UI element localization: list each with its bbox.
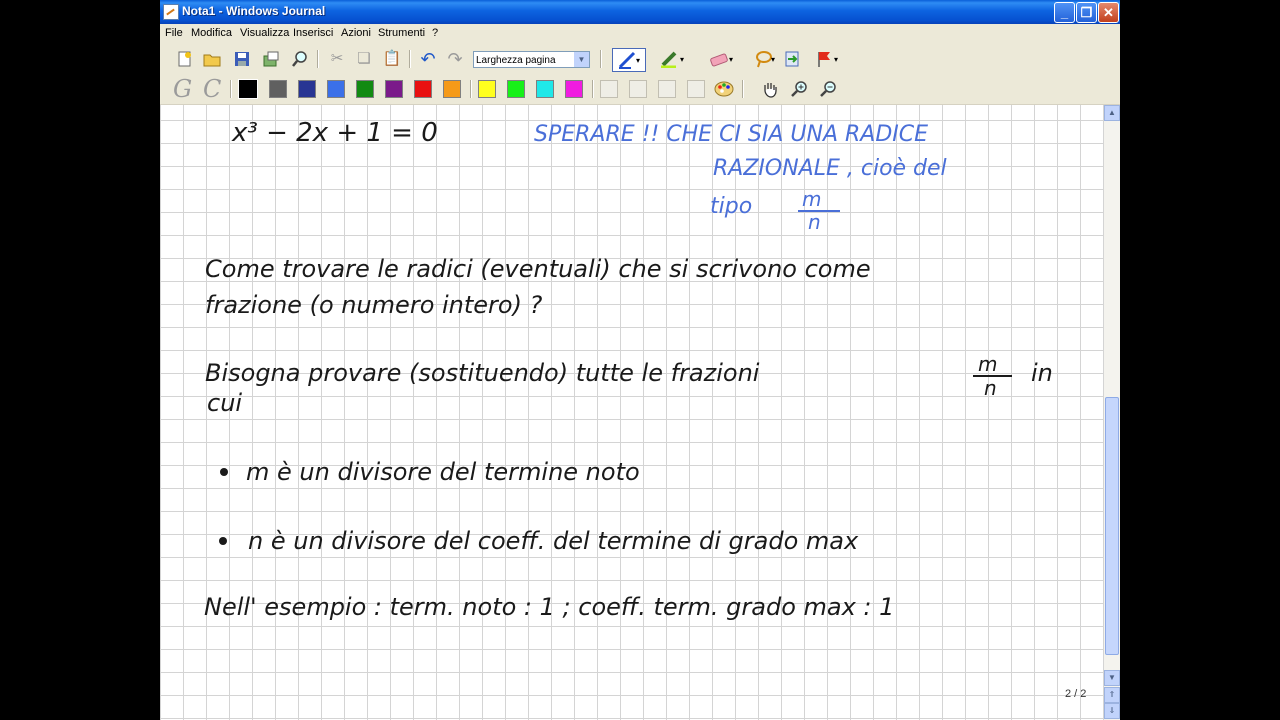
ink-layer: x³ − 2x + 1 = 0 SPERARE !! CHE CI SIA UN… xyxy=(204,118,1053,621)
bullet-dot-1 xyxy=(220,468,228,476)
journal-window: Nota1 - Windows Journal _ ❐ ✕ File Modif… xyxy=(160,0,1120,720)
find-icon[interactable] xyxy=(290,49,310,69)
menu-azioni[interactable]: Azioni xyxy=(341,27,371,39)
scroll-up-button[interactable]: ▲ xyxy=(1104,105,1120,121)
pen-icon[interactable]: ▾ xyxy=(612,48,646,72)
page-indicator: 2 / 2 xyxy=(1065,688,1087,700)
svg-text:▾: ▾ xyxy=(729,55,733,64)
pen-width-1[interactable] xyxy=(600,80,618,98)
color-purple[interactable] xyxy=(385,80,403,98)
convert-g-icon[interactable]: G xyxy=(173,75,192,103)
redo-icon[interactable]: ↷ xyxy=(445,49,465,69)
vertical-scrollbar[interactable]: ▲ ▼ ⇑ ⇓ xyxy=(1104,105,1120,720)
text-line-5: Nell' esempio : term. noto : 1 ; coeff. … xyxy=(204,593,894,621)
pen-toolbar: G C xyxy=(160,74,1120,105)
menu-visualizza[interactable]: Visualizza xyxy=(240,27,289,39)
pen-width-4[interactable] xyxy=(687,80,705,98)
menu-file[interactable]: File xyxy=(165,27,183,39)
text-line-3: Bisogna provare (sostituendo) tutte le f… xyxy=(205,359,760,387)
eraser-icon[interactable]: ▾ xyxy=(705,49,739,69)
undo-icon[interactable]: ↶ xyxy=(418,49,438,69)
maximize-button[interactable]: ❐ xyxy=(1076,2,1097,23)
color-green[interactable] xyxy=(356,80,374,98)
svg-text:▾: ▾ xyxy=(834,55,838,64)
chevron-down-icon[interactable]: ▼ xyxy=(574,52,589,67)
insert-space-icon[interactable] xyxy=(782,49,802,69)
new-page-icon[interactable] xyxy=(175,49,195,69)
window-title: Nota1 - Windows Journal xyxy=(182,4,326,18)
convert-c-icon[interactable]: C xyxy=(203,75,221,103)
open-folder-icon[interactable] xyxy=(202,49,222,69)
close-button[interactable]: ✕ xyxy=(1098,2,1119,23)
color-navy[interactable] xyxy=(298,80,316,98)
text-line-4: cui xyxy=(207,389,242,417)
scroll-thumb[interactable] xyxy=(1105,397,1119,655)
copy-icon[interactable]: ❏ xyxy=(354,49,374,69)
color-black[interactable] xyxy=(238,79,258,99)
lasso-icon[interactable]: ▾ xyxy=(752,49,780,69)
zoom-out-icon[interactable] xyxy=(818,79,838,99)
color-blue[interactable] xyxy=(327,80,345,98)
text-line-1: Come trovare le radici (eventuali) che s… xyxy=(205,255,871,283)
journal-app-icon[interactable] xyxy=(163,4,179,20)
send-icon[interactable] xyxy=(261,49,281,69)
color-magenta[interactable] xyxy=(565,80,583,98)
svg-text:▾: ▾ xyxy=(636,56,640,65)
color-gray[interactable] xyxy=(269,80,287,98)
scroll-down-button[interactable]: ▼ xyxy=(1104,670,1120,686)
equation: x³ − 2x + 1 = 0 xyxy=(231,118,438,148)
menu-bar: File Modifica Visualizza Inserisci Azion… xyxy=(160,24,1120,43)
hand-icon[interactable] xyxy=(760,79,780,99)
color-cyan[interactable] xyxy=(536,80,554,98)
blue-note-line-1: SPERARE !! CHE CI SIA UNA RADICE xyxy=(534,122,928,147)
next-page-button[interactable]: ⇓ xyxy=(1104,703,1120,719)
standard-toolbar: ✂ ❏ 📋 ↶ ↷ Larghezza pagina ▼ ▾ ▾ ▾ ▾ ▾ xyxy=(160,44,1120,75)
zoom-select[interactable]: Larghezza pagina ▼ xyxy=(473,51,590,68)
menu-inserisci[interactable]: Inserisci xyxy=(293,27,333,39)
fraction-denominator: n xyxy=(984,376,997,400)
palette-icon[interactable] xyxy=(714,79,734,99)
color-lime[interactable] xyxy=(507,80,525,98)
pen-width-3[interactable] xyxy=(658,80,676,98)
blue-note-line-3: tipo xyxy=(710,194,752,219)
minimize-button[interactable]: _ xyxy=(1054,2,1075,23)
blue-fraction-numerator: m xyxy=(802,187,821,211)
bullet-line-1: m è un divisore del termine noto xyxy=(246,458,640,486)
pen-width-2[interactable] xyxy=(629,80,647,98)
note-page[interactable]: x³ − 2x + 1 = 0 SPERARE !! CHE CI SIA UN… xyxy=(160,105,1104,720)
blue-note-line-2: RAZIONALE , cioè del xyxy=(713,156,947,181)
zoom-in-icon[interactable] xyxy=(789,79,809,99)
menu-modifica[interactable]: Modifica xyxy=(191,27,232,39)
flag-icon[interactable]: ▾ xyxy=(813,49,843,69)
menu-help[interactable]: ? xyxy=(432,27,438,39)
svg-text:▾: ▾ xyxy=(771,55,775,64)
blue-fraction-denominator: n xyxy=(808,210,821,234)
paste-icon[interactable]: 📋 xyxy=(382,49,402,69)
highlighter-icon[interactable]: ▾ xyxy=(657,49,691,69)
color-red[interactable] xyxy=(414,80,432,98)
color-orange[interactable] xyxy=(443,80,461,98)
bullet-dot-2 xyxy=(219,537,227,545)
cut-icon[interactable]: ✂ xyxy=(327,49,347,69)
save-icon[interactable] xyxy=(232,49,252,69)
menu-strumenti[interactable]: Strumenti xyxy=(378,27,425,39)
color-yellow[interactable] xyxy=(478,80,496,98)
text-line-2: frazione (o numero intero) ? xyxy=(205,291,543,319)
zoom-select-value: Larghezza pagina xyxy=(476,55,556,66)
text-line-3-end: in xyxy=(1031,359,1053,387)
fraction-numerator: m xyxy=(978,352,997,376)
bullet-line-2: n è un divisore del coeff. del termine d… xyxy=(248,527,859,555)
previous-page-button[interactable]: ⇑ xyxy=(1104,687,1120,703)
title-bar[interactable]: Nota1 - Windows Journal _ ❐ ✕ xyxy=(160,0,1120,24)
svg-text:▾: ▾ xyxy=(680,55,684,64)
